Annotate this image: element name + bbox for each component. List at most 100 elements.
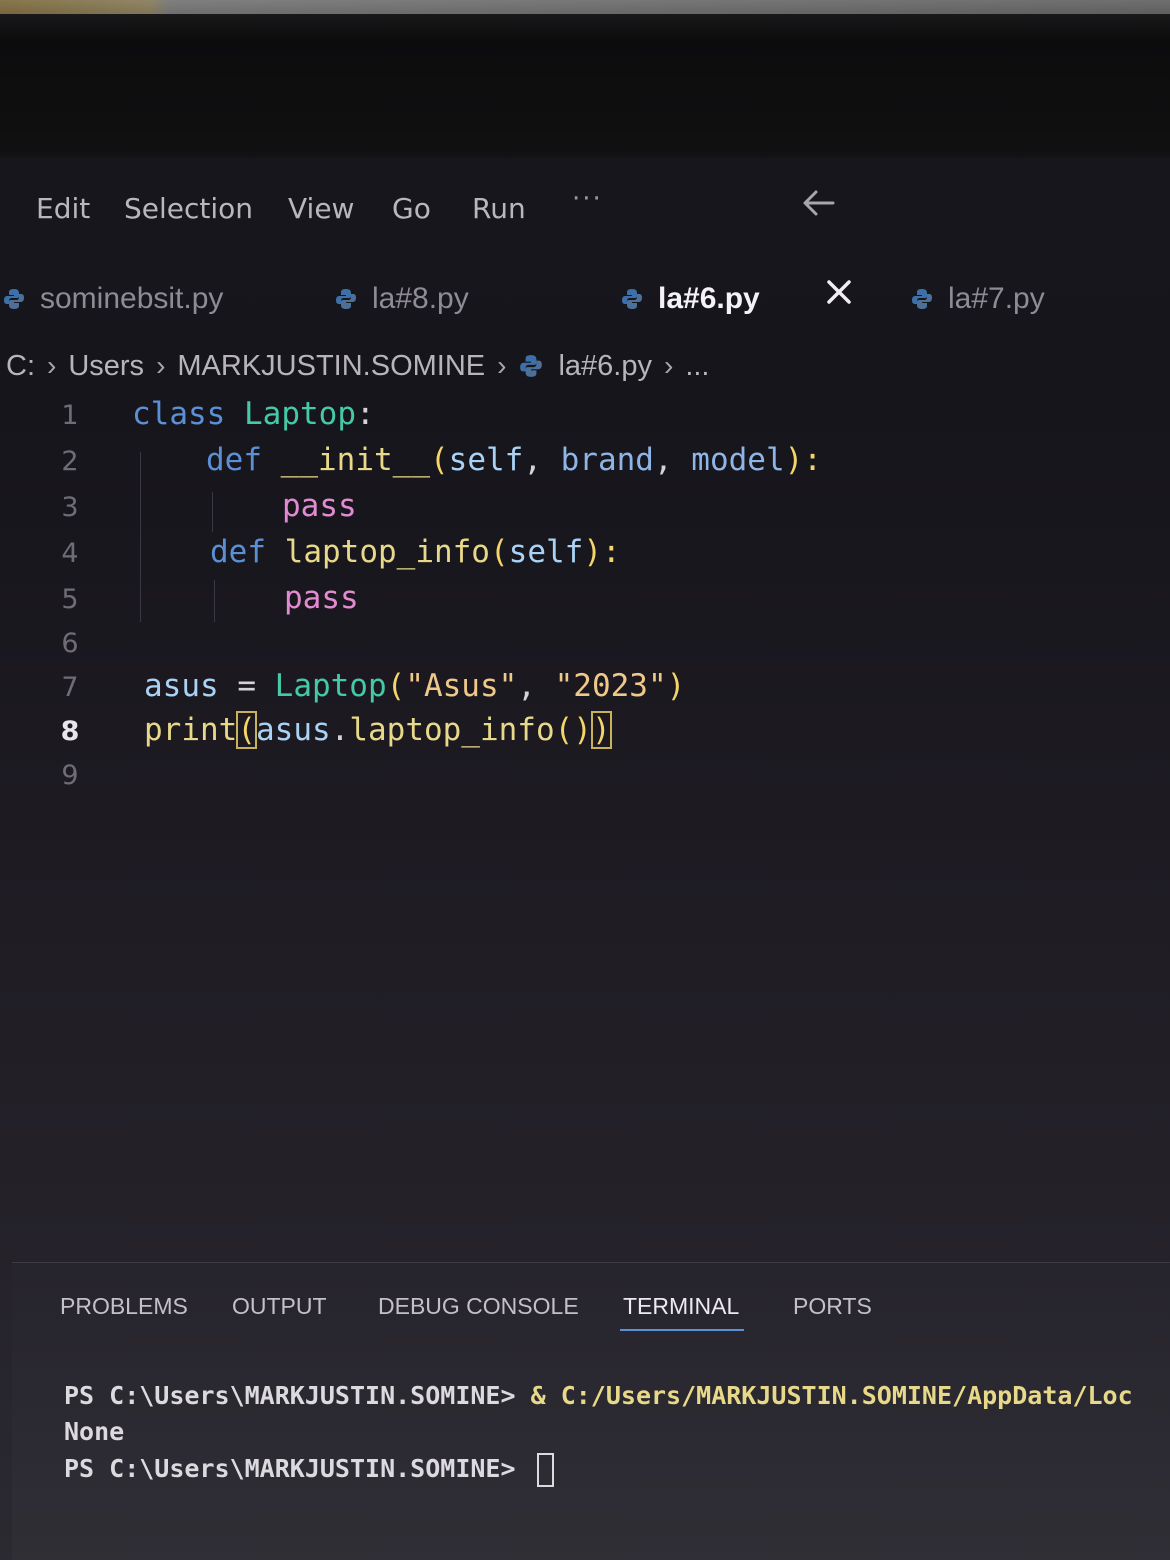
punctuation: ,	[517, 668, 555, 704]
terminal-line-1: PS C:\Users\MARKJUSTIN.SOMINE> & C:/User…	[64, 1381, 1133, 1410]
breadcrumb: C: › Users › MARKJUSTIN.SOMINE › la#6.py…	[6, 344, 709, 388]
keyword: def	[210, 534, 266, 570]
terminal-command: & C:/Users/MARKJUSTIN.SOMINE/AppData/Loc	[530, 1381, 1133, 1410]
function-name: laptop_info	[284, 534, 490, 570]
punctuation: (	[489, 534, 509, 570]
line-number: 6	[61, 628, 79, 659]
photo-of-vscode-window: Edit Selection View Go Run ··· sominebsi…	[0, 0, 1170, 1560]
tab-la8[interactable]: la#8.py	[334, 277, 469, 321]
code-line-4: def laptop_info(self):	[210, 534, 621, 570]
function-name: __init__	[280, 442, 430, 478]
matched-bracket: (	[236, 711, 257, 749]
breadcrumb-user-folder[interactable]: MARKJUSTIN.SOMINE	[177, 350, 485, 383]
terminal-prompt: PS C:\Users\MARKJUSTIN.SOMINE>	[64, 1381, 531, 1410]
tab-problems[interactable]: PROBLEMS	[60, 1293, 188, 1320]
python-icon	[622, 289, 642, 309]
method-name: laptop_info	[349, 712, 555, 748]
line-number: 3	[61, 492, 79, 523]
python-icon	[4, 289, 24, 309]
code-line-7: asus = Laptop("Asus", "2023")	[144, 668, 685, 704]
tab-output[interactable]: OUTPUT	[232, 1293, 327, 1320]
monitor-bezel	[0, 0, 1170, 158]
tab-la6-active[interactable]: la#6.py	[620, 277, 760, 321]
string-literal: "2023"	[554, 668, 667, 704]
terminal-line-3[interactable]: PS C:\Users\MARKJUSTIN.SOMINE>	[64, 1453, 554, 1487]
menu-run[interactable]: Run	[472, 192, 526, 225]
python-icon	[520, 355, 543, 377]
class-name: Laptop	[244, 396, 356, 432]
punctuation: )	[666, 668, 686, 704]
line-number: 5	[61, 584, 79, 615]
punctuation: (	[386, 668, 406, 704]
tab-ports[interactable]: PORTS	[793, 1293, 872, 1320]
indent-guide	[140, 452, 141, 622]
line-number: 1	[61, 400, 79, 431]
bezel-edge	[0, 0, 1170, 14]
arrow-left-icon[interactable]	[800, 188, 836, 218]
menu-view[interactable]: View	[288, 192, 354, 225]
terminal-prompt: PS C:\Users\MARKJUSTIN.SOMINE>	[64, 1454, 531, 1483]
code-line-2: def __init__(self, brand, model):	[206, 442, 822, 478]
parameter: model	[691, 442, 785, 478]
tab-terminal[interactable]: TERMINAL	[623, 1293, 739, 1320]
indent-guide	[212, 492, 213, 532]
code-line-3: pass	[282, 488, 357, 524]
tab-la7[interactable]: la#7.py	[910, 277, 1045, 321]
indent-guide	[214, 580, 215, 622]
class-name: Laptop	[274, 668, 387, 704]
terminal-output: None	[64, 1417, 125, 1446]
string-literal: "Asus"	[405, 668, 518, 704]
line-number: 4	[61, 538, 79, 569]
menu-selection[interactable]: Selection	[124, 192, 253, 225]
variable: asus	[144, 668, 219, 704]
line-number: 9	[61, 760, 79, 791]
line-number: 2	[61, 446, 79, 477]
tab-label: sominebsit.py	[40, 282, 224, 315]
python-icon	[912, 289, 932, 309]
operator: =	[218, 668, 275, 704]
breadcrumb-users[interactable]: Users	[68, 350, 144, 383]
tab-label: la#8.py	[372, 282, 469, 315]
terminal-cursor	[536, 1453, 554, 1487]
punctuation: ()	[554, 712, 592, 748]
parameter: self	[448, 442, 524, 478]
chevron-right-icon: ›	[156, 350, 166, 381]
parameter: self	[508, 534, 584, 570]
punctuation: ,	[653, 442, 692, 478]
breadcrumb-more[interactable]: ...	[685, 350, 709, 383]
menu-bar: Edit Selection View Go Run ···	[0, 180, 1170, 240]
punctuation: ):	[784, 442, 822, 478]
variable: asus	[256, 712, 331, 748]
line-number-current: 8	[60, 716, 80, 747]
bottom-panel: PROBLEMS OUTPUT DEBUG CONSOLE TERMINAL P…	[12, 1262, 1170, 1560]
punctuation: :	[355, 396, 375, 432]
chevron-right-icon: ›	[47, 350, 57, 381]
terminal-line-2: None	[64, 1417, 124, 1446]
breadcrumb-drive[interactable]: C:	[6, 350, 35, 383]
keyword-pass: pass	[284, 580, 359, 616]
tab-label: la#7.py	[948, 282, 1045, 315]
punctuation: ,	[523, 442, 561, 478]
keyword: class	[132, 396, 226, 432]
breadcrumb-file[interactable]: la#6.py	[558, 350, 652, 383]
line-number: 7	[61, 672, 79, 703]
code-line-1: class Laptop:	[132, 396, 375, 432]
close-icon[interactable]	[824, 277, 854, 307]
tab-debug-console[interactable]: DEBUG CONSOLE	[378, 1293, 579, 1320]
punctuation: .	[330, 712, 350, 748]
tab-label: la#6.py	[658, 282, 760, 315]
editor-tab-bar: sominebsit.py la#8.py la#6.py la#7.py	[0, 265, 1170, 331]
code-editor[interactable]: 1 2 3 4 5 6 7 8 9 class Laptop: def __in…	[0, 392, 1170, 822]
code-line-8: print(asus.laptop_info())	[144, 711, 612, 749]
menu-go[interactable]: Go	[392, 192, 431, 225]
menu-edit[interactable]: Edit	[36, 192, 90, 225]
matched-bracket: )	[590, 711, 612, 749]
chevron-right-icon: ›	[663, 350, 674, 381]
function-name: print	[144, 712, 238, 748]
menu-more[interactable]: ···	[572, 184, 603, 214]
active-tab-indicator	[620, 1329, 744, 1331]
punctuation: (	[429, 442, 449, 478]
tab-sominebsit[interactable]: sominebsit.py	[2, 277, 223, 321]
chevron-right-icon: ›	[497, 350, 507, 381]
code-line-5: pass	[284, 580, 359, 616]
